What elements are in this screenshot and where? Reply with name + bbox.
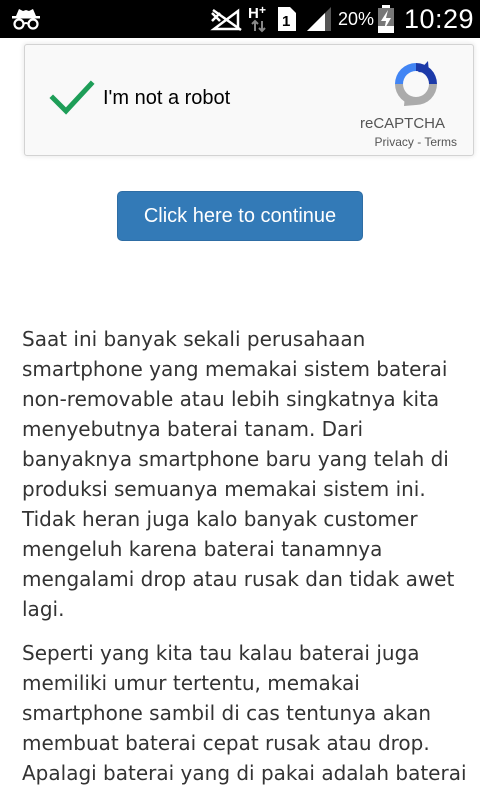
continue-button[interactable]: Click here to continue [117, 191, 363, 241]
text-line: non-removable atau lebih singkatnya kita [22, 387, 440, 411]
sim-1-icon: 1 [276, 0, 298, 38]
text-line: memiliki umur tertentu, memakai [22, 671, 360, 695]
text-line: membuat baterai cepat rusak atau drop. [22, 731, 430, 755]
terms-link[interactable]: Terms [424, 135, 457, 149]
text-line: banyaknya smartphone baru yang telah di [22, 447, 449, 471]
text-line: produksi semuanya memakai sistem ini. [22, 477, 426, 501]
h-plus-data-icon: H + [248, 0, 272, 38]
svg-text:H: H [248, 5, 259, 22]
text-line: smartphone sambil di cas tentunya akan [22, 701, 432, 725]
incognito-icon [10, 0, 42, 38]
svg-text:1: 1 [282, 13, 290, 30]
text-line: menyebutnya baterai tanam. Dari [22, 417, 364, 441]
status-bar: H + 1 20% 10:29 [0, 0, 480, 38]
links-separator: - [413, 135, 425, 149]
battery-charging-icon [377, 0, 395, 38]
text-line: Seperti yang kita tau kalau baterai juga [22, 641, 420, 665]
text-line: smartphone yang memakai sistem baterai [22, 357, 448, 381]
article-paragraph-1: Saat ini banyak sekali perusahaan smartp… [22, 324, 462, 624]
recaptcha-label: I'm not a robot [103, 87, 231, 109]
recaptcha-checkbox[interactable] [49, 79, 95, 117]
text-line: Tidak heran juga kalo banyak customer [22, 507, 418, 531]
recaptcha-logo-icon [391, 59, 441, 109]
text-line: mengalami drop atau rusak dan tidak awet [22, 567, 455, 591]
text-line: Apalagi baterai yang di pakai adalah bat… [22, 761, 467, 785]
signal-icon [306, 0, 332, 38]
text-line: lagi. [22, 597, 65, 621]
recaptcha-brand: reCAPTCHA [359, 115, 445, 132]
recaptcha-links: Privacy - Terms [375, 135, 457, 149]
article-body: Saat ini banyak sekali perusahaan smartp… [22, 324, 467, 802]
text-line: Saat ini banyak sekali perusahaan [22, 327, 366, 351]
recaptcha-widget: I'm not a robot reCAPTCHA Privacy - Term… [24, 44, 474, 156]
svg-text:+: + [259, 5, 266, 17]
no-sim-icon [210, 0, 244, 38]
privacy-link[interactable]: Privacy [375, 135, 414, 149]
checkmark-icon [49, 80, 95, 115]
clock: 10:29 [404, 3, 475, 34]
battery-percent: 20% [338, 8, 375, 29]
text-line: mengeluh karena baterai tanamnya [22, 537, 383, 561]
article-paragraph-2: Seperti yang kita tau kalau baterai juga… [22, 638, 467, 788]
